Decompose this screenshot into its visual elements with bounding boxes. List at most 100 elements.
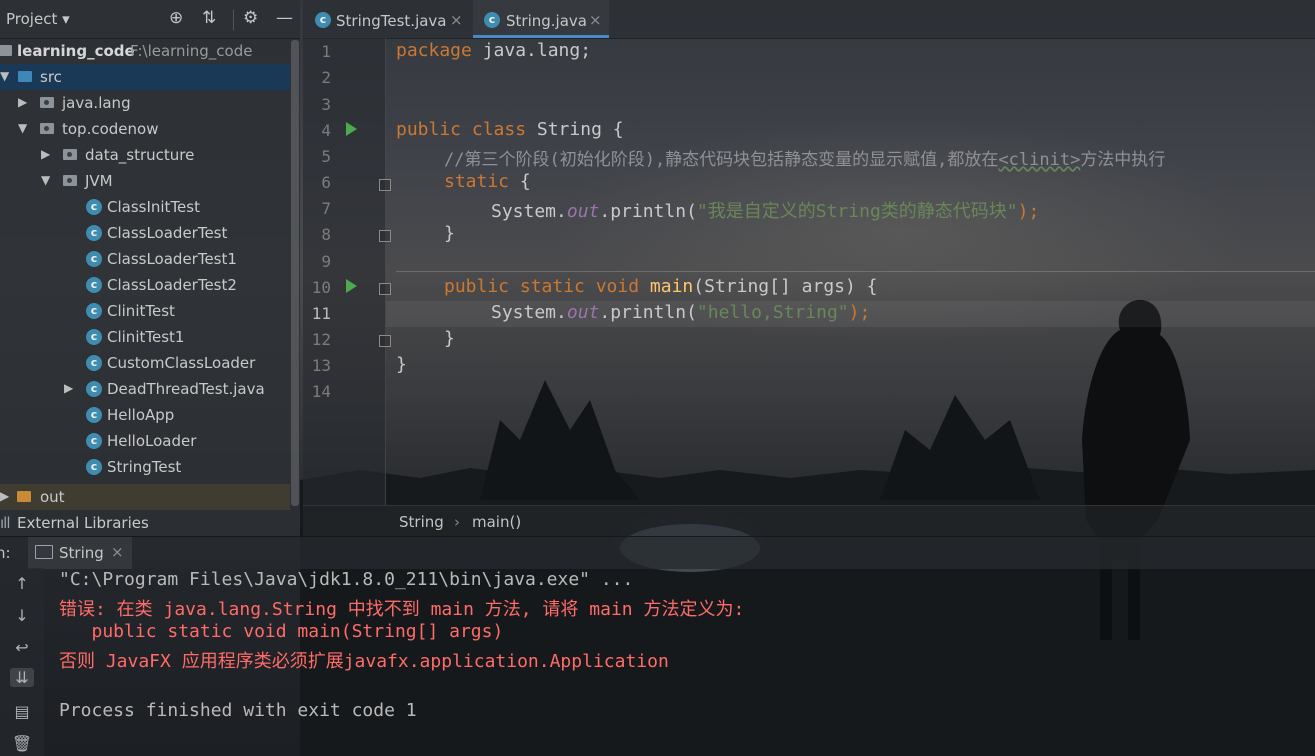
close-icon[interactable]: × — [589, 11, 602, 29]
close-icon[interactable]: × — [450, 11, 463, 29]
java-class-icon: c — [315, 12, 331, 28]
chevron-right-icon[interactable]: ▶ — [0, 489, 9, 503]
console-icon — [35, 545, 53, 559]
trash-icon[interactable]: 🗑 — [10, 734, 34, 753]
java-class-icon: c — [86, 433, 102, 449]
java-class-icon: c — [86, 277, 102, 293]
line-number: 10 — [311, 278, 331, 297]
tree-item-customclassloader[interactable]: c CustomClassLoader — [0, 350, 290, 376]
tree-item-learning-code[interactable]: learning_code F:\learning_code — [0, 38, 290, 64]
run-toolbar: ↑ ↓ ↩ ⇊ ▤ 🗑 — [0, 568, 44, 756]
tree-item-label: src — [40, 68, 62, 86]
tree-item-stringtest[interactable]: c StringTest — [0, 454, 290, 480]
breadcrumb: String › main() — [303, 505, 1315, 537]
run-class-icon[interactable] — [346, 122, 357, 136]
tree-item-clinittest1[interactable]: c ClinitTest1 — [0, 324, 290, 350]
code-line-1: package java.lang; — [396, 40, 592, 61]
tree-item-data-structure[interactable]: ▶ data_structure — [0, 142, 290, 168]
java-class-icon: c — [86, 251, 102, 267]
console-output[interactable]: "C:\Program Files\Java\jdk1.8.0_211\bin\… — [44, 568, 1315, 756]
breadcrumb-class[interactable]: String — [399, 513, 444, 531]
libraries-icon: ıll — [0, 514, 10, 532]
chevron-down-icon[interactable]: ▼ — [18, 121, 27, 135]
run-panel-header: n: String × — [0, 536, 1315, 569]
module-folder-icon — [0, 45, 12, 56]
print-icon[interactable]: ▤ — [10, 702, 34, 721]
hide-panel-icon[interactable]: — — [276, 8, 293, 28]
code-line-7: System.out.println("我是自定义的String类的静态代码块"… — [491, 201, 1040, 222]
line-number: 14 — [311, 382, 331, 401]
java-class-icon: c — [484, 12, 500, 28]
gear-icon[interactable]: ⚙ — [243, 8, 258, 28]
tree-item-label: HelloApp — [107, 406, 175, 424]
project-view-selector[interactable]: Project ▾ — [6, 10, 70, 28]
tab-stringtest-java[interactable]: c StringTest.java × — [303, 0, 469, 38]
console-line: 错误: 在类 java.lang.String 中找不到 main 方法, 请将… — [59, 599, 745, 620]
code-line-4: public class String { — [396, 119, 624, 140]
chevron-down-icon: ▾ — [62, 10, 70, 28]
tree-item-external-libraries[interactable]: ıll External Libraries — [0, 510, 290, 536]
arrow-up-icon[interactable]: ↑ — [10, 574, 34, 593]
tree-item-label: ClassLoaderTest1 — [107, 250, 237, 268]
tree-item-classloadertest2[interactable]: c ClassLoaderTest2 — [0, 272, 290, 298]
chevron-right-icon[interactable]: ▶ — [41, 147, 50, 161]
chevron-down-icon[interactable]: ▼ — [0, 69, 9, 83]
breadcrumb-method[interactable]: main() — [472, 513, 521, 531]
run-main-icon[interactable] — [346, 279, 357, 293]
chevron-right-icon[interactable]: ▶ — [64, 381, 73, 395]
console-line: 否则 JavaFX 应用程序类必须扩展javafx.application.Ap… — [59, 651, 669, 672]
chevron-right-icon[interactable]: ▶ — [18, 95, 27, 109]
tree-item-java-lang[interactable]: ▶ java.lang — [0, 90, 290, 116]
tree-item-top-codenow[interactable]: ▼ top.codenow — [0, 116, 290, 142]
tree-item-label: ClassLoaderTest — [107, 224, 228, 242]
tree-item-label: External Libraries — [17, 514, 149, 532]
tree-item-label: ClassLoaderTest2 — [107, 276, 237, 294]
soft-wrap-icon[interactable]: ↩ — [10, 638, 34, 657]
code-editor[interactable]: package java.lang; public class String {… — [386, 38, 1315, 505]
chevron-down-icon[interactable]: ▼ — [41, 173, 50, 187]
tree-item-classloadertest[interactable]: c ClassLoaderTest — [0, 220, 290, 246]
tree-item-helloloader[interactable]: c HelloLoader — [0, 428, 290, 454]
tree-item-classinittest[interactable]: c ClassInitTest — [0, 194, 290, 220]
line-number: 7 — [321, 199, 331, 218]
locate-target-icon[interactable]: ⊕ — [169, 8, 183, 28]
tree-item-deadthreadtest[interactable]: ▶ c DeadThreadTest.java — [0, 376, 290, 402]
tree-item-clinittest[interactable]: c ClinitTest — [0, 298, 290, 324]
arrow-down-icon[interactable]: ↓ — [10, 606, 34, 625]
tab-label: StringTest.java — [336, 12, 447, 30]
tab-string-java[interactable]: c String.java × — [473, 0, 609, 38]
project-scrollbar[interactable] — [291, 40, 299, 506]
tree-item-helloapp[interactable]: c HelloApp — [0, 402, 290, 428]
tree-item-label: top.codenow — [62, 120, 159, 138]
tab-label: String.java — [506, 12, 587, 30]
close-icon[interactable]: × — [111, 543, 124, 561]
java-class-icon: c — [86, 459, 102, 475]
java-class-icon: c — [86, 303, 102, 319]
line-number: 2 — [321, 68, 331, 87]
line-number: 4 — [321, 121, 331, 140]
tree-item-jvm[interactable]: ▼ JVM — [0, 168, 290, 194]
editor-gutter: 1 2 3 4 5 6 7 8 9 10 11 12 13 14 — [303, 38, 391, 505]
java-class-icon: c — [86, 381, 102, 397]
collapse-all-icon[interactable]: ⇅ — [202, 8, 216, 28]
breadcrumb-separator: › — [454, 513, 460, 531]
code-line-12: } — [444, 328, 455, 349]
code-line-6: static { — [444, 171, 531, 192]
scroll-to-end-icon[interactable]: ⇊ — [10, 668, 34, 687]
line-number: 13 — [311, 356, 331, 375]
tree-item-out[interactable]: ▶ out — [0, 484, 290, 510]
header-divider — [233, 10, 234, 30]
line-number-current: 11 — [311, 304, 331, 323]
tree-item-src[interactable]: ▼ src — [0, 64, 290, 90]
java-class-icon: c — [86, 199, 102, 215]
run-tab-string[interactable]: String × — [28, 537, 132, 569]
tree-item-label: CustomClassLoader — [107, 354, 256, 372]
line-number: 6 — [321, 173, 331, 192]
package-icon — [63, 149, 77, 160]
method-separator — [396, 271, 1315, 272]
tree-item-label: StringTest — [107, 458, 182, 476]
code-line-11: System.out.println("hello,String"); — [491, 302, 871, 323]
run-panel-label: n: — [0, 544, 11, 562]
project-title: Project — [6, 10, 58, 28]
tree-item-classloadertest1[interactable]: c ClassLoaderTest1 — [0, 246, 290, 272]
